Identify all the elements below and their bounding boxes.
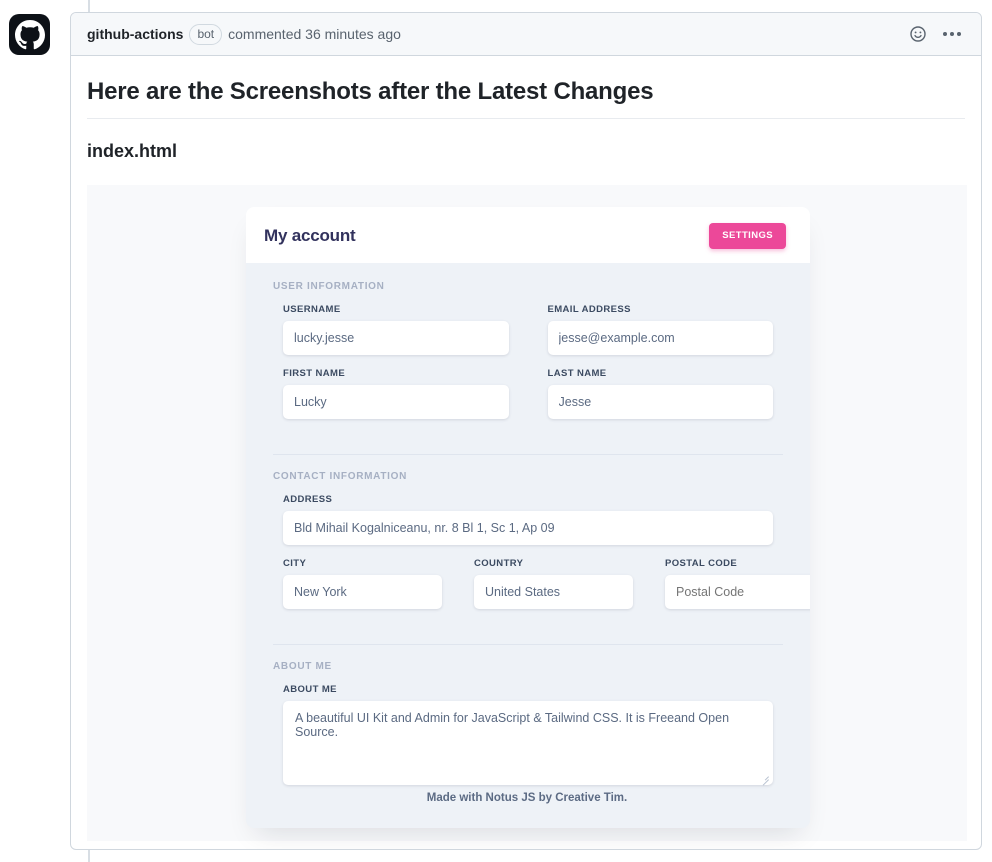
field-label: Country [474,558,524,569]
field-label: First Name [283,368,346,379]
field-row: First Name Last Name [273,368,783,432]
file-subheading: index.html [87,141,178,161]
field-last-name: Last Name [538,368,784,419]
field-about-me: About me [273,684,783,786]
field-email-address: Email address [538,304,784,355]
section-title: About Me [273,661,332,672]
screenshot-footer-credit: Made with Notus JS by Creative Tim. [426,792,628,804]
about-me-textarea[interactable] [283,701,773,785]
section-title: Contact Information [273,471,408,482]
field-row: City Country Postal Code [273,558,810,622]
field-first-name: First Name [273,368,519,419]
section-user-information: User Information Username Email address [273,281,783,432]
card-title: My account [264,226,356,245]
postal-code-input[interactable] [665,575,810,609]
username-input[interactable] [283,321,509,355]
smiley-icon[interactable] [905,21,931,47]
field-username: Username [273,304,519,355]
section-contact-information: Contact Information Address City [273,471,810,622]
field-label: Username [283,304,341,315]
address-input[interactable] [283,511,773,545]
first-name-input[interactable] [283,385,509,419]
section-about-me: About Me About me [273,661,783,786]
comment-body: Here are the Screenshots after the Lates… [71,56,981,849]
card-body: User Information Username Email address [246,263,810,828]
country-input[interactable] [474,575,633,609]
embedded-screenshot: My account Settings User Information Use… [87,185,967,841]
city-input[interactable] [283,575,442,609]
field-label: Last Name [547,368,607,379]
field-label: About me [283,684,337,695]
kebab-horizontal-icon[interactable] [939,21,965,47]
card-header: My account Settings [246,207,810,263]
field-label: Address [283,494,333,505]
last-name-input[interactable] [547,385,773,419]
section-title: User Information [273,281,385,292]
email-address-input[interactable] [547,321,773,355]
section-divider [273,454,783,455]
field-country: Country [464,558,643,609]
avatar[interactable] [9,14,50,55]
field-label: Email address [547,304,631,315]
comment-timestamp: commented 36 minutes ago [228,26,401,42]
field-row: Username Email address [273,304,783,368]
field-address: Address [273,494,783,545]
github-octocat-icon [14,19,45,50]
comment-header: github-actions bot commented 36 minutes … [71,13,981,56]
bubble-pointer-fill [71,26,72,42]
my-account-card: My account Settings User Information Use… [246,207,810,828]
section-divider [273,644,783,645]
kebab-dot [957,32,961,36]
comment-header-actions [905,21,973,47]
field-label: Postal Code [665,558,738,569]
settings-button[interactable]: Settings [709,223,786,249]
field-label: City [283,558,307,569]
github-comment-page: github-actions bot commented 36 minutes … [0,0,992,862]
kebab-dot [943,32,947,36]
field-city: City [273,558,452,609]
comment-box: github-actions bot commented 36 minutes … [70,12,982,850]
kebab-dot [950,32,954,36]
field-postal-code: Postal Code [655,558,810,609]
comment-author[interactable]: github-actions [87,26,183,42]
page-title: Here are the Screenshots after the Lates… [87,78,965,119]
bot-badge: bot [189,23,223,45]
